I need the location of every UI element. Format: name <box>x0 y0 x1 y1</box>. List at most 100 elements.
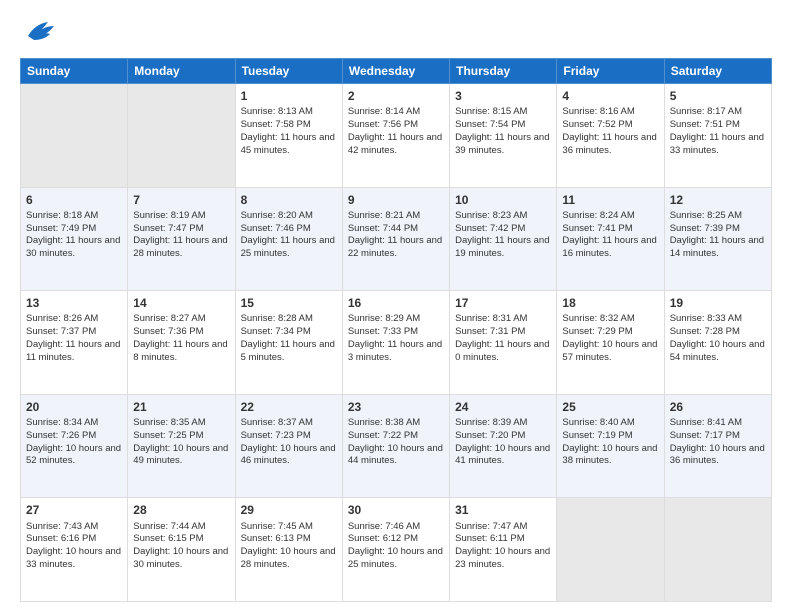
calendar-cell: 12 Sunrise: 8:25 AM Sunset: 7:39 PM Dayli… <box>664 187 771 291</box>
day-number: 11 <box>562 192 658 208</box>
calendar-cell: 29 Sunrise: 7:45 AM Sunset: 6:13 PM Dayli… <box>235 498 342 602</box>
day-info: Sunrise: 8:40 AM Sunset: 7:19 PM Dayligh… <box>562 417 658 468</box>
day-number: 12 <box>670 192 766 208</box>
calendar-cell: 19Sunrise: 8:33 AM Sunset: 7:28 PM Dayli… <box>664 291 771 395</box>
day-number: 28 <box>133 502 229 518</box>
day-info: Sunrise: 8:15 AM Sunset: 7:54 PM Dayligh… <box>455 106 551 157</box>
calendar-cell: 9 Sunrise: 8:21 AM Sunset: 7:44 PM Daylig… <box>342 187 449 291</box>
day-number: 23 <box>348 399 444 415</box>
calendar-cell: 30Sunrise: 7:46 AM Sunset: 6:12 PM Dayli… <box>342 498 449 602</box>
day-info: Sunrise: 8:37 AM Sunset: 7:23 PM Dayligh… <box>241 417 337 468</box>
calendar-cell: 16 Sunrise: 8:29 AM Sunset: 7:33 PM Dayli… <box>342 291 449 395</box>
day-info: Sunrise: 8:25 AM Sunset: 7:39 PM Dayligh… <box>670 210 766 261</box>
day-number: 16 <box>348 295 444 311</box>
day-number: 27 <box>26 502 122 518</box>
calendar-week-4: 20Sunrise: 8:34 AM Sunset: 7:26 PM Dayli… <box>21 394 772 498</box>
calendar-cell: 17 Sunrise: 8:31 AM Sunset: 7:31 PM Dayli… <box>450 291 557 395</box>
day-info: Sunrise: 7:45 AM Sunset: 6:13 PM Dayligh… <box>241 521 337 572</box>
day-info: Sunrise: 8:26 AM Sunset: 7:37 PM Dayligh… <box>26 313 122 364</box>
calendar-cell: 5 Sunrise: 8:17 AM Sunset: 7:51 PM Daylig… <box>664 84 771 188</box>
calendar-cell <box>128 84 235 188</box>
day-info: Sunrise: 8:13 AM Sunset: 7:58 PM Dayligh… <box>241 106 337 157</box>
weekday-header-wednesday: Wednesday <box>342 59 449 84</box>
calendar-cell: 1 Sunrise: 8:13 AM Sunset: 7:58 PM Daylig… <box>235 84 342 188</box>
day-info: Sunrise: 8:31 AM Sunset: 7:31 PM Dayligh… <box>455 313 551 364</box>
day-info: Sunrise: 8:24 AM Sunset: 7:41 PM Dayligh… <box>562 210 658 261</box>
calendar-cell: 28 Sunrise: 7:44 AM Sunset: 6:15 PM Dayli… <box>128 498 235 602</box>
day-info: Sunrise: 8:33 AM Sunset: 7:28 PM Dayligh… <box>670 313 766 364</box>
calendar-week-3: 13 Sunrise: 8:26 AM Sunset: 7:37 PM Dayli… <box>21 291 772 395</box>
day-number: 21 <box>133 399 229 415</box>
calendar-week-2: 6Sunrise: 8:18 AM Sunset: 7:49 PM Daylig… <box>21 187 772 291</box>
day-info: Sunrise: 8:38 AM Sunset: 7:22 PM Dayligh… <box>348 417 444 468</box>
calendar-cell: 24 Sunrise: 8:39 AM Sunset: 7:20 PM Dayli… <box>450 394 557 498</box>
day-info: Sunrise: 8:29 AM Sunset: 7:33 PM Dayligh… <box>348 313 444 364</box>
day-info: Sunrise: 8:17 AM Sunset: 7:51 PM Dayligh… <box>670 106 766 157</box>
day-number: 9 <box>348 192 444 208</box>
calendar-cell: 25 Sunrise: 8:40 AM Sunset: 7:19 PM Dayli… <box>557 394 664 498</box>
calendar-cell: 23 Sunrise: 8:38 AM Sunset: 7:22 PM Dayli… <box>342 394 449 498</box>
day-number: 15 <box>241 295 337 311</box>
day-info: Sunrise: 8:27 AM Sunset: 7:36 PM Dayligh… <box>133 313 229 364</box>
day-number: 10 <box>455 192 551 208</box>
day-info: Sunrise: 8:39 AM Sunset: 7:20 PM Dayligh… <box>455 417 551 468</box>
calendar-cell: 22 Sunrise: 8:37 AM Sunset: 7:23 PM Dayli… <box>235 394 342 498</box>
weekday-header-saturday: Saturday <box>664 59 771 84</box>
calendar-cell <box>21 84 128 188</box>
day-number: 17 <box>455 295 551 311</box>
day-number: 7 <box>133 192 229 208</box>
calendar-cell: 20Sunrise: 8:34 AM Sunset: 7:26 PM Dayli… <box>21 394 128 498</box>
day-number: 2 <box>348 88 444 104</box>
day-number: 6 <box>26 192 122 208</box>
calendar-cell: 18 Sunrise: 8:32 AM Sunset: 7:29 PM Dayli… <box>557 291 664 395</box>
calendar-cell: 13 Sunrise: 8:26 AM Sunset: 7:37 PM Dayli… <box>21 291 128 395</box>
calendar-cell: 21 Sunrise: 8:35 AM Sunset: 7:25 PM Dayli… <box>128 394 235 498</box>
calendar-header-row: SundayMondayTuesdayWednesdayThursdayFrid… <box>21 59 772 84</box>
header <box>20 16 772 48</box>
day-info: Sunrise: 8:19 AM Sunset: 7:47 PM Dayligh… <box>133 210 229 261</box>
day-info: Sunrise: 8:28 AM Sunset: 7:34 PM Dayligh… <box>241 313 337 364</box>
weekday-header-friday: Friday <box>557 59 664 84</box>
weekday-header-tuesday: Tuesday <box>235 59 342 84</box>
day-number: 4 <box>562 88 658 104</box>
calendar-cell: 27 Sunrise: 7:43 AM Sunset: 6:16 PM Dayli… <box>21 498 128 602</box>
day-info: Sunrise: 8:23 AM Sunset: 7:42 PM Dayligh… <box>455 210 551 261</box>
day-number: 25 <box>562 399 658 415</box>
day-info: Sunrise: 8:35 AM Sunset: 7:25 PM Dayligh… <box>133 417 229 468</box>
weekday-header-monday: Monday <box>128 59 235 84</box>
weekday-header-thursday: Thursday <box>450 59 557 84</box>
day-number: 24 <box>455 399 551 415</box>
day-number: 14 <box>133 295 229 311</box>
day-info: Sunrise: 8:41 AM Sunset: 7:17 PM Dayligh… <box>670 417 766 468</box>
calendar-cell: 8 Sunrise: 8:20 AM Sunset: 7:46 PM Daylig… <box>235 187 342 291</box>
day-number: 3 <box>455 88 551 104</box>
day-info: Sunrise: 7:44 AM Sunset: 6:15 PM Dayligh… <box>133 521 229 572</box>
calendar-cell: 10 Sunrise: 8:23 AM Sunset: 7:42 PM Dayli… <box>450 187 557 291</box>
day-info: Sunrise: 8:32 AM Sunset: 7:29 PM Dayligh… <box>562 313 658 364</box>
day-number: 13 <box>26 295 122 311</box>
day-info: Sunrise: 8:21 AM Sunset: 7:44 PM Dayligh… <box>348 210 444 261</box>
day-number: 1 <box>241 88 337 104</box>
day-number: 8 <box>241 192 337 208</box>
day-info: Sunrise: 8:14 AM Sunset: 7:56 PM Dayligh… <box>348 106 444 157</box>
calendar-week-1: 1 Sunrise: 8:13 AM Sunset: 7:58 PM Daylig… <box>21 84 772 188</box>
logo <box>20 16 60 48</box>
calendar-cell: 2 Sunrise: 8:14 AM Sunset: 7:56 PM Daylig… <box>342 84 449 188</box>
day-info: Sunrise: 7:43 AM Sunset: 6:16 PM Dayligh… <box>26 521 122 572</box>
day-number: 22 <box>241 399 337 415</box>
calendar-cell: 4 Sunrise: 8:16 AM Sunset: 7:52 PM Daylig… <box>557 84 664 188</box>
calendar-cell <box>557 498 664 602</box>
day-info: Sunrise: 8:20 AM Sunset: 7:46 PM Dayligh… <box>241 210 337 261</box>
day-number: 18 <box>562 295 658 311</box>
logo-icon <box>20 16 60 48</box>
day-number: 29 <box>241 502 337 518</box>
calendar-cell: 6Sunrise: 8:18 AM Sunset: 7:49 PM Daylig… <box>21 187 128 291</box>
calendar-cell: 15 Sunrise: 8:28 AM Sunset: 7:34 PM Dayli… <box>235 291 342 395</box>
day-info: Sunrise: 8:16 AM Sunset: 7:52 PM Dayligh… <box>562 106 658 157</box>
calendar-cell: 31Sunrise: 7:47 AM Sunset: 6:11 PM Dayli… <box>450 498 557 602</box>
calendar-cell: 11 Sunrise: 8:24 AM Sunset: 7:41 PM Dayli… <box>557 187 664 291</box>
day-number: 5 <box>670 88 766 104</box>
page: SundayMondayTuesdayWednesdayThursdayFrid… <box>0 0 792 612</box>
day-number: 31 <box>455 502 551 518</box>
calendar-cell: 3 Sunrise: 8:15 AM Sunset: 7:54 PM Daylig… <box>450 84 557 188</box>
